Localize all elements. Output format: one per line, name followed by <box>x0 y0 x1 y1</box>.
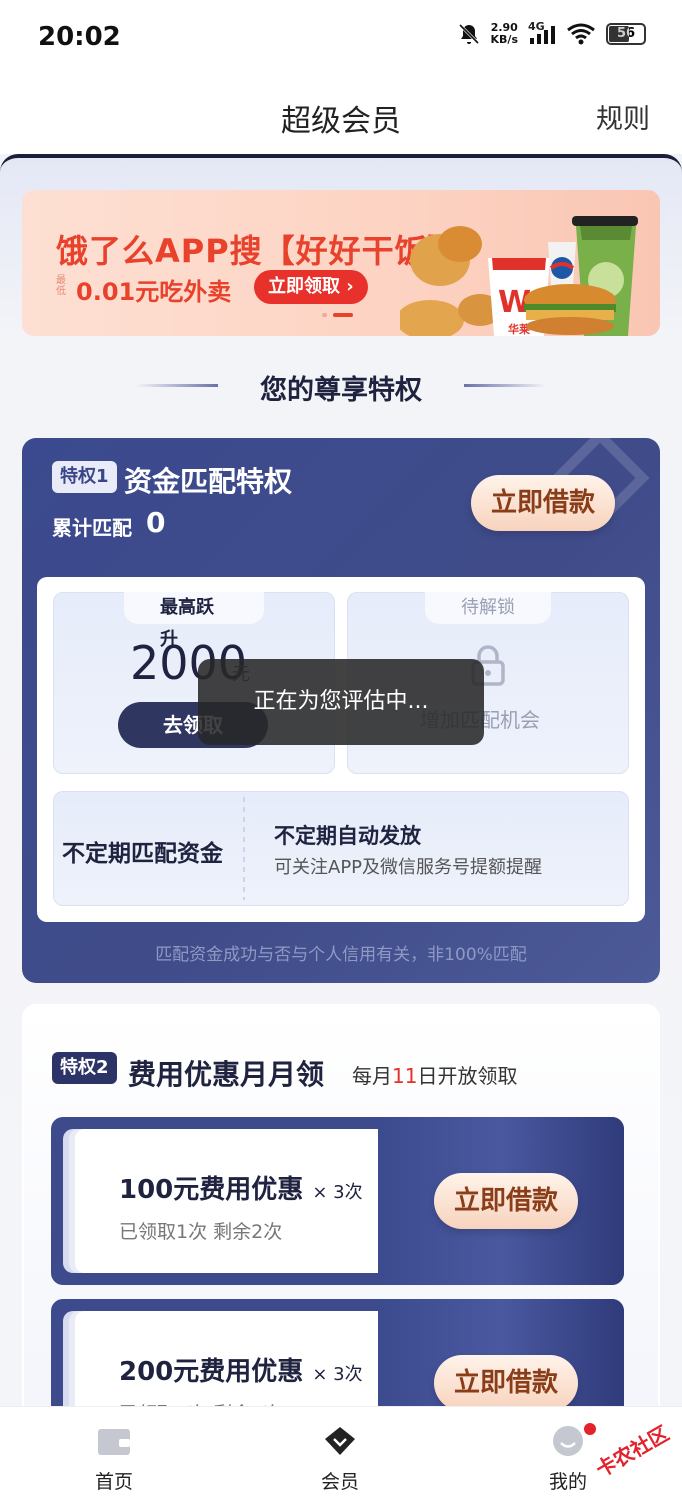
banner-page-dot-active <box>333 313 353 317</box>
page-title: 超级会员 <box>281 104 401 139</box>
loading-toast: 正在为您评估中... <box>198 659 484 745</box>
irregular-auto-desc: 可关注APP及微信服务号提额提醒 <box>274 857 543 878</box>
rules-link[interactable]: 规则 <box>596 97 650 136</box>
banner-claim-button[interactable]: 立即领取 › <box>254 270 368 304</box>
coupon-title: 100元费用优惠 × 3次 <box>119 1175 363 1205</box>
status-bar: 20:02 2.90 KB/s 4G 56 <box>0 0 682 80</box>
watermark-logo: 卡农社区 <box>592 1421 673 1480</box>
banner-low-label: 最低 <box>56 275 66 297</box>
borrow-now-button[interactable]: 立即借款 <box>471 475 615 531</box>
match-count-label: 累计匹配 <box>52 516 132 540</box>
nav-label-home: 首页 <box>94 1471 133 1493</box>
coupon-status: 已领取1次 剩余2次 <box>119 1221 283 1243</box>
status-icons: 2.90 KB/s 4G 56 <box>457 20 646 46</box>
privilege2-badge: 特权2 <box>52 1052 117 1084</box>
food-illustration: W 华莱 <box>400 216 638 336</box>
irregular-auto-title: 不定期自动发放 <box>274 824 421 848</box>
privilege1-badge: 特权1 <box>52 461 117 493</box>
privilege1-title: 资金匹配特权 <box>124 465 293 498</box>
status-time: 20:02 <box>38 22 121 52</box>
battery-icon: 56 <box>606 23 646 45</box>
diamond-icon <box>325 1427 355 1455</box>
profile-icon <box>553 1426 583 1456</box>
nav-label-member: 会员 <box>320 1471 359 1493</box>
privilege1-disclaimer: 匹配资金成功与否与个人信用有关，非100%匹配 <box>155 945 527 965</box>
nav-item-member[interactable]: 会员 <box>280 1407 400 1500</box>
privilege2-subtitle: 每月11日开放领取 <box>352 1064 518 1088</box>
nav-item-home[interactable]: 首页 <box>54 1407 174 1500</box>
coupon-borrow-button[interactable]: 立即借款 <box>434 1173 578 1229</box>
ticket-divider <box>243 797 245 900</box>
net-speed: 2.90 KB/s <box>490 21 518 46</box>
coupon-info: 100元费用优惠 × 3次 已领取1次 剩余2次 <box>75 1129 381 1273</box>
signal-icon: 4G <box>528 20 556 46</box>
title-decor-line-right <box>464 384 546 387</box>
bottom-nav: 首页 会员 我的 <box>0 1406 682 1500</box>
coupon-borrow-button[interactable]: 立即借款 <box>434 1355 578 1411</box>
header: 超级会员 规则 <box>0 80 682 154</box>
match-count-value: 0 <box>146 506 166 539</box>
privilege2-title: 费用优惠月月领 <box>128 1058 325 1091</box>
bucket-logo-text: 华莱 <box>508 322 530 336</box>
wallet-icon <box>98 1429 130 1455</box>
banner-subtitle: 0.01元吃外卖 <box>76 278 232 306</box>
watermark-text: 卡农社区 <box>592 1421 673 1480</box>
banner-page-dot <box>322 313 327 317</box>
ticket-tab-locked: 待解锁 <box>425 592 551 624</box>
mute-bell-icon <box>458 23 479 45</box>
section-title: 您的尊享特权 <box>260 375 422 406</box>
wifi-icon <box>567 23 595 45</box>
coupon-title: 200元费用优惠 × 3次 <box>119 1357 363 1387</box>
ticket-tab-max-boost: 最高跃升 <box>124 592 264 650</box>
irregular-funds-label: 不定期匹配资金 <box>62 841 223 867</box>
